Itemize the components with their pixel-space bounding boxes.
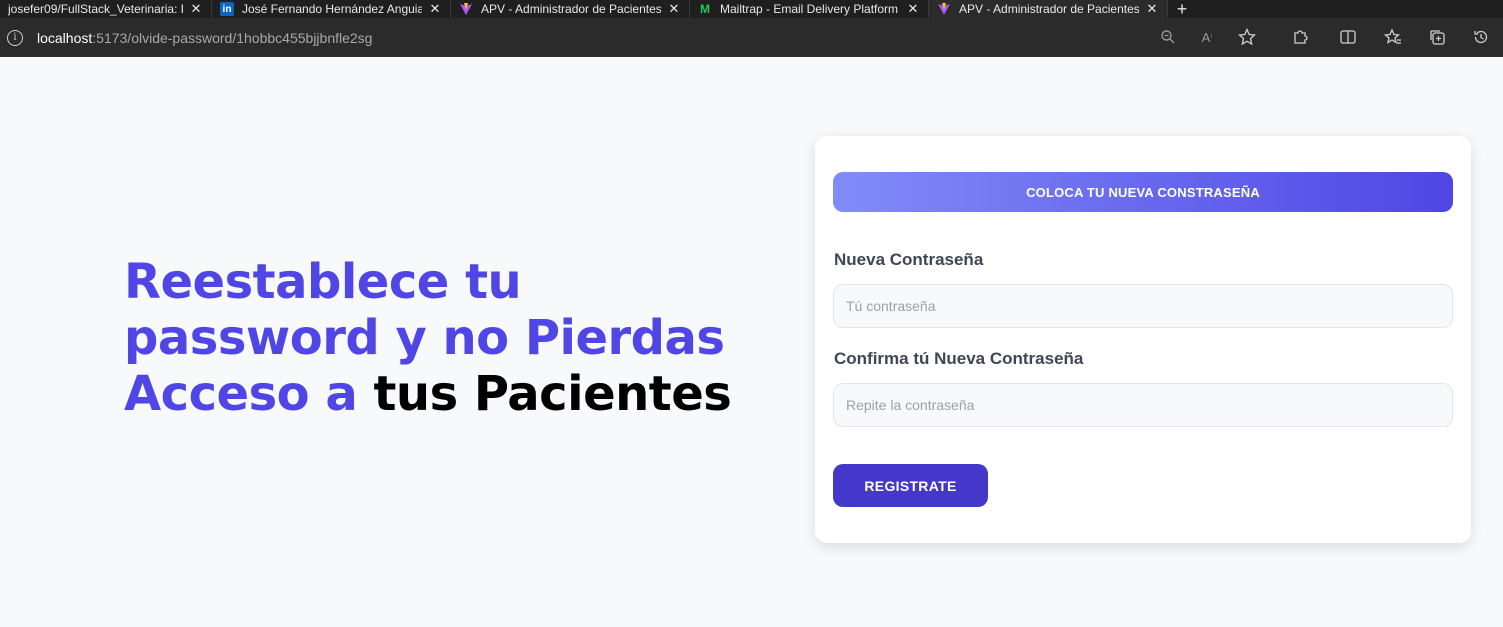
browser-tab[interactable]: APV - Administrador de Pacientes ✕ [451,0,690,18]
favorite-star-icon[interactable] [1236,26,1258,48]
url-field[interactable]: localhost:5173/olvide-password/1hobbc455… [37,22,1293,53]
history-icon[interactable] [1470,26,1492,48]
confirm-password-label: Confirma tú Nueva Contraseña [834,349,1084,368]
split-screen-icon[interactable] [1337,26,1359,48]
browser-tab-active[interactable]: APV - Administrador de Pacientes ✕ [929,0,1168,18]
tab-title: APV - Administrador de Pacientes [959,2,1139,16]
browser-tab[interactable]: M Mailtrap - Email Delivery Platform ✕ [690,0,929,18]
browser-tab[interactable]: in José Fernando Hernández Anguia ✕ [212,0,451,18]
headline-line-1: Reestablece tu [124,254,522,310]
new-tab-icon[interactable]: + [1168,0,1196,18]
browser-tab[interactable]: josefer09/FullStack_Veterinaria: P ✕ [0,0,212,18]
page-headline: Reestablece tu password y no Pierdas Acc… [124,254,764,422]
submit-button[interactable]: REGISTRATE [833,464,988,507]
headline-line-3-accent: Acceso a [124,366,358,422]
vite-icon [459,2,473,16]
tab-title: josefer09/FullStack_Veterinaria: P [8,2,183,16]
mailtrap-icon: M [700,2,710,16]
vite-icon [937,2,951,16]
confirm-password-input[interactable] [833,383,1453,427]
extensions-icon[interactable] [1289,26,1311,48]
headline-line-2: password y no Pierdas [124,310,725,366]
site-info-icon[interactable]: i [7,29,23,46]
url-host: localhost [37,29,93,46]
browser-tab-bar: josefer09/FullStack_Veterinaria: P ✕ in … [0,0,1503,18]
browser-address-bar: i localhost:5173/olvide-password/1hobbc4… [0,18,1503,57]
close-icon[interactable]: ✕ [1145,1,1159,16]
password-label: Nueva Contraseña [834,250,984,269]
headline-line-3-dark: tus Pacientes [373,366,732,422]
close-icon[interactable]: ✕ [906,1,920,16]
new-password-input[interactable] [833,284,1453,328]
close-icon[interactable]: ✕ [428,1,442,16]
tab-title: APV - Administrador de Pacientes [481,2,661,16]
tab-title: Mailtrap - Email Delivery Platform [720,2,899,16]
zoom-icon[interactable] [1157,26,1179,48]
tab-title: José Fernando Hernández Anguia [242,2,422,16]
reset-password-card: COLOCA TU NUEVA CONSTRASEÑA Nueva Contra… [815,136,1471,543]
info-alert: COLOCA TU NUEVA CONSTRASEÑA [833,172,1453,212]
url-path: :5173/olvide-password/1hobbc455bjjbnfle2… [92,29,373,46]
close-icon[interactable]: ✕ [667,1,681,16]
close-icon[interactable]: ✕ [189,1,203,16]
linkedin-icon: in [220,2,234,16]
read-aloud-icon[interactable]: A ⁾ [1196,26,1218,48]
favorites-icon[interactable] [1382,26,1404,48]
collections-icon[interactable] [1426,26,1448,48]
